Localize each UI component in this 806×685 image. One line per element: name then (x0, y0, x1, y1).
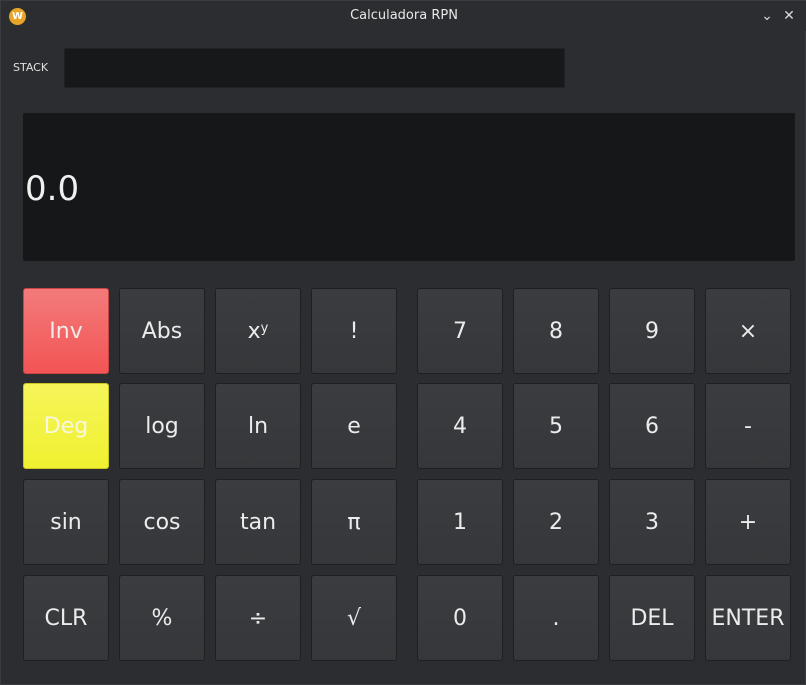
digit-2-button[interactable]: 2 (513, 479, 599, 565)
inv-button[interactable]: Inv (23, 288, 109, 374)
digit-0-button[interactable]: 0 (417, 575, 503, 661)
del-button[interactable]: DEL (609, 575, 695, 661)
tan-button[interactable]: tan (215, 479, 301, 565)
close-icon[interactable]: ✕ (779, 6, 799, 26)
stack-input[interactable] (64, 48, 565, 88)
ln-button[interactable]: ln (215, 383, 301, 469)
sin-button[interactable]: sin (23, 479, 109, 565)
digit-1-button[interactable]: 1 (417, 479, 503, 565)
minus-button[interactable]: - (705, 383, 791, 469)
deg-button[interactable]: Deg (23, 383, 109, 469)
power-button[interactable]: xy (215, 288, 301, 374)
title-bar: W Calculadora RPN ⌄ ✕ (1, 1, 806, 31)
digit-7-button[interactable]: 7 (417, 288, 503, 374)
window-title: Calculadora RPN (350, 8, 458, 23)
digit-3-button[interactable]: 3 (609, 479, 695, 565)
stack-label: STACK (13, 61, 49, 74)
pi-button[interactable]: π (311, 479, 397, 565)
plus-button[interactable]: + (705, 479, 791, 565)
divide-button[interactable]: ÷ (215, 575, 301, 661)
digit-8-button[interactable]: 8 (513, 288, 599, 374)
display-value: 0.0 (25, 169, 80, 209)
clr-button[interactable]: CLR (23, 575, 109, 661)
digit-4-button[interactable]: 4 (417, 383, 503, 469)
percent-button[interactable]: % (119, 575, 205, 661)
power-base: x (247, 318, 261, 344)
abs-button[interactable]: Abs (119, 288, 205, 374)
calculator-window: W Calculadora RPN ⌄ ✕ STACK 0.0 Inv Abs … (0, 0, 806, 685)
digit-6-button[interactable]: 6 (609, 383, 695, 469)
display-panel: 0.0 (23, 113, 795, 261)
multiply-button[interactable]: × (705, 288, 791, 374)
power-exponent: y (260, 320, 269, 336)
e-button[interactable]: e (311, 383, 397, 469)
factorial-button[interactable]: ! (311, 288, 397, 374)
sqrt-button[interactable]: √ (311, 575, 397, 661)
minimize-chevron-icon[interactable]: ⌄ (757, 6, 777, 26)
enter-button[interactable]: ENTER (705, 575, 791, 661)
log-button[interactable]: log (119, 383, 205, 469)
digit-5-button[interactable]: 5 (513, 383, 599, 469)
decimal-point-button[interactable]: . (513, 575, 599, 661)
cos-button[interactable]: cos (119, 479, 205, 565)
digit-9-button[interactable]: 9 (609, 288, 695, 374)
